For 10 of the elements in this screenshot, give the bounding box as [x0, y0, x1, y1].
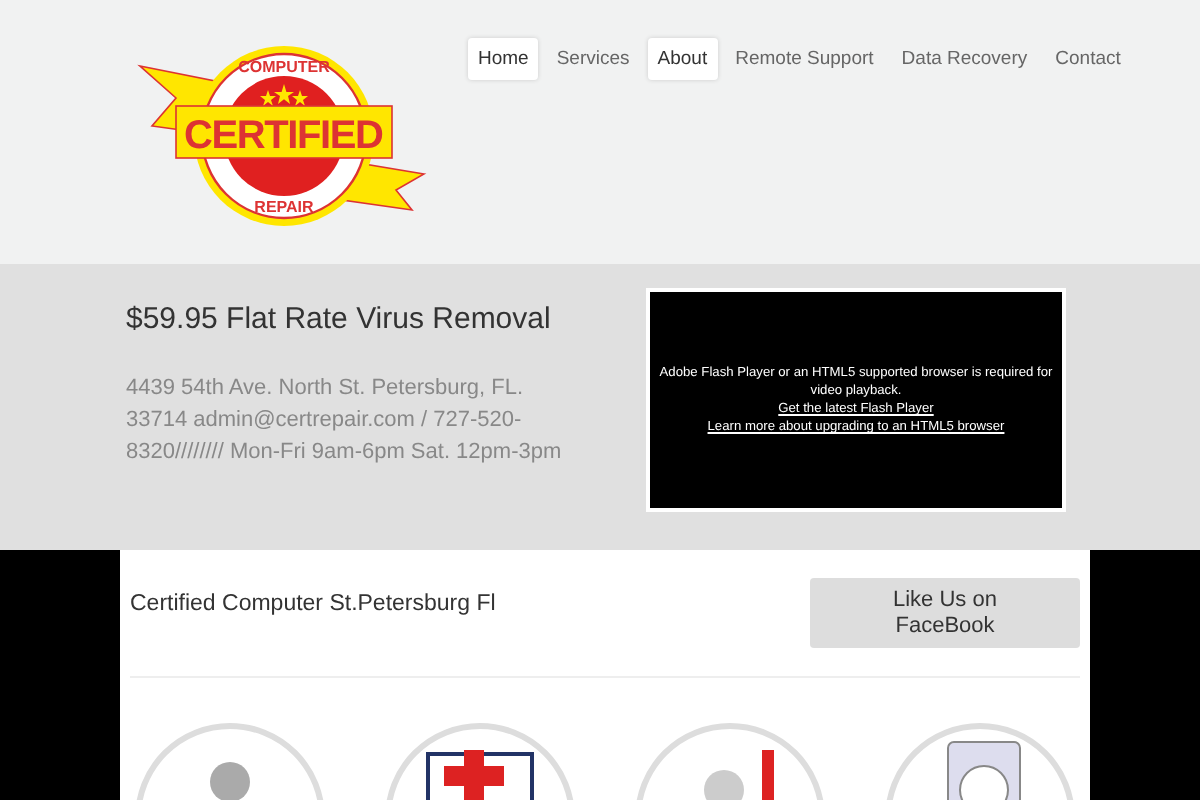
nav-link[interactable]: Services — [546, 38, 640, 80]
hero-title: $59.95 Flat Rate Virus Removal — [126, 302, 553, 336]
nav-link[interactable]: Remote Support — [725, 38, 884, 80]
contact-info: 4439 54th Ave. North St. Petersburg, FL. 33714 admin@certrepair.com / 727-520-8320//////// Mon-Fri 9am-6pm Sat. 12pm-3pm — [126, 374, 564, 468]
facebook-button[interactable]: Like Us on FaceBook — [810, 578, 1080, 648]
nav-link[interactable]: Data Recovery — [891, 38, 1038, 80]
nav-link[interactable]: Contact — [1045, 38, 1131, 80]
nav-link[interactable]: Home — [468, 38, 539, 80]
nav-link[interactable]: About — [647, 38, 718, 80]
panel-heading: Certified Computer St.Petersburg Fl — [130, 592, 496, 616]
